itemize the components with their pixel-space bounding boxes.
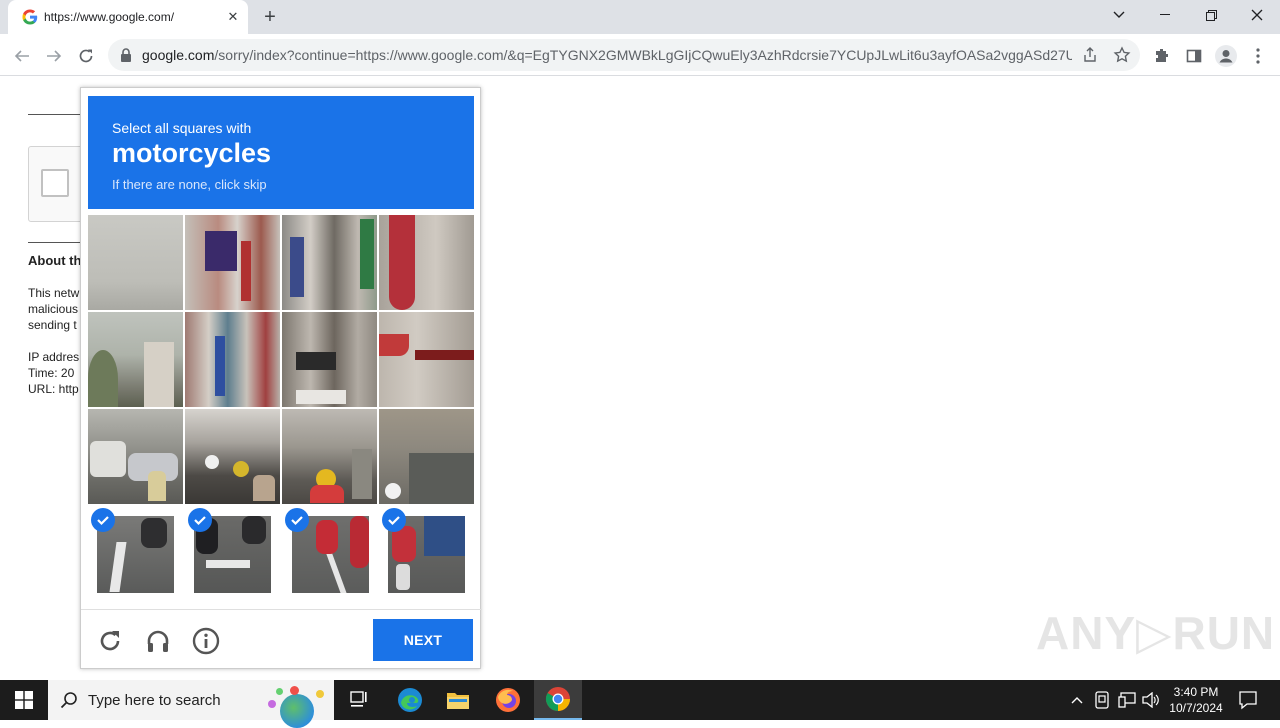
selected-check-icon [285,508,309,532]
info-icon[interactable] [191,626,221,656]
about-text-line: This netw [28,286,80,300]
next-button[interactable]: NEXT [373,619,473,661]
clock[interactable]: 3:40 PM 10/7/2024 [1164,684,1228,716]
restore-icon[interactable] [1188,0,1234,30]
notifications-icon[interactable] [1238,690,1258,715]
captcha-tile[interactable] [88,312,183,407]
url-line: URL: http [28,382,79,396]
captcha-tile[interactable] [88,409,183,504]
captcha-tile[interactable] [282,409,377,504]
windows-start-icon[interactable] [0,680,48,720]
anyrun-watermark: ANY▷RUN [1036,607,1276,659]
lock-icon[interactable] [120,48,132,62]
recaptcha-checkbox[interactable] [41,169,69,197]
address-bar[interactable]: google.com/sorry/index?continue=https://… [108,39,1140,71]
close-tab-icon[interactable]: ✕ [224,8,242,26]
browser-toolbar: google.com/sorry/index?continue=https://… [0,34,1280,76]
browser-tab[interactable]: https://www.google.com/ ✕ [8,0,248,34]
new-tab-button[interactable]: + [258,6,282,30]
captcha-instruction: Select all squares with [112,120,252,136]
google-favicon-icon [22,9,38,25]
bookmark-star-icon[interactable] [1113,46,1131,64]
clock-date: 10/7/2024 [1169,701,1223,715]
captcha-tile[interactable] [88,215,183,310]
ip-address-line: IP addres [28,350,80,364]
captcha-tile[interactable] [185,409,280,504]
captcha-tile[interactable] [379,215,474,310]
captcha-tile[interactable] [185,312,280,407]
captcha-image-grid [88,215,474,504]
selected-check-icon [188,508,212,532]
minimize-icon[interactable] [1142,0,1188,30]
close-window-icon[interactable] [1234,0,1280,30]
captcha-tile[interactable] [379,409,474,504]
clock-time: 3:40 PM [1173,685,1219,699]
tray-chevron-up-icon[interactable] [1070,692,1084,710]
share-icon[interactable] [1082,47,1098,63]
tab-strip: https://www.google.com/ ✕ + [0,0,1280,34]
search-placeholder: Type here to search [88,692,221,709]
captcha-tile[interactable] [282,215,377,310]
side-panel-icon[interactable] [1180,42,1208,70]
tray-device-icon[interactable] [1094,691,1110,714]
volume-icon[interactable] [1142,691,1160,713]
file-explorer-icon[interactable] [434,680,482,720]
menu-kebab-icon[interactable] [1244,42,1272,70]
divider [28,114,88,115]
audio-challenge-icon[interactable] [143,626,173,656]
captcha-header: Select all squares with motorcycles If t… [88,96,474,209]
back-icon[interactable] [8,42,36,70]
edge-browser-icon[interactable] [386,680,434,720]
chrome-taskbar-icon[interactable] [534,680,582,720]
captcha-dialog: Select all squares with motorcycles If t… [80,87,482,670]
profile-avatar-icon[interactable] [1212,42,1240,70]
url-text: google.com/sorry/index?continue=https://… [142,47,1072,63]
about-text-line: malicious [28,302,79,316]
network-icon[interactable] [1118,692,1136,713]
captcha-target-object: motorcycles [112,138,272,168]
search-icon [60,692,77,709]
reload-icon[interactable] [72,42,100,70]
taskbar: Type here to search 3:40 PM 10/7/2024 [0,680,1280,728]
selected-check-icon [382,508,406,532]
task-view-icon[interactable] [336,680,384,720]
about-heading: About th [28,253,82,268]
selected-check-icon [91,508,115,532]
divider [28,242,88,243]
forward-icon[interactable] [40,42,68,70]
search-highlight-icon [262,684,330,728]
selected-tiles-row [88,508,474,600]
captcha-tile[interactable] [185,215,280,310]
extensions-icon[interactable] [1148,42,1176,70]
url-path: /sorry/index?continue=https://www.google… [214,47,1072,63]
tab-search-icon[interactable] [1096,0,1142,30]
captcha-hint: If there are none, click skip [112,177,267,192]
reload-challenge-icon[interactable] [95,626,125,656]
tab-title: https://www.google.com/ [44,10,175,24]
about-text-line: sending t [28,318,77,332]
captcha-footer: NEXT [81,609,482,670]
captcha-tile[interactable] [282,312,377,407]
taskbar-search[interactable]: Type here to search [48,680,334,728]
firefox-icon[interactable] [484,680,532,720]
captcha-tile[interactable] [379,312,474,407]
time-line: Time: 20 [28,366,75,380]
url-host: google.com [142,47,215,63]
